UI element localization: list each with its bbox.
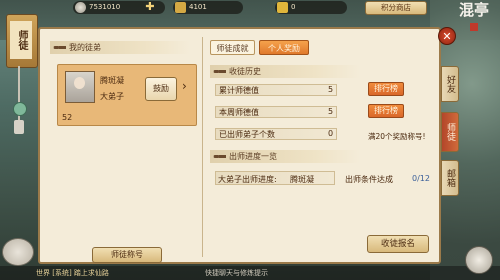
- section-marker-icon: [52, 46, 66, 49]
- chat-channel-text: 世界 [系统] 踏上求仙路: [36, 269, 109, 277]
- silver-coin-icon: [75, 2, 86, 13]
- disciple-title-button[interactable]: 师徒称号: [92, 247, 162, 263]
- game-logo: 混亭: [452, 2, 496, 46]
- panel-divider: [202, 37, 203, 257]
- tassel-cord: [18, 66, 20, 126]
- resource-bar: 7531010 ✚ 4101 0 积分商店: [40, 0, 440, 16]
- total-virtue-label: 累计师德值: [219, 86, 259, 95]
- silver-value: 7531010: [89, 3, 121, 11]
- progress-title: 出师进度一览: [229, 152, 277, 161]
- master-disciple-banner: 师徒: [6, 14, 38, 68]
- history-title: 收徒历史: [229, 67, 261, 76]
- treasure-icon: [277, 2, 288, 13]
- seal-icon: [470, 23, 478, 31]
- disciple-name: 腾斑凝: [100, 76, 124, 85]
- graduated-count-label: 已出师弟子个数: [219, 130, 275, 139]
- disciple-card[interactable]: 52 腾斑凝 大弟子 鼓励 ›: [57, 64, 197, 126]
- total-virtue-leaderboard-button[interactable]: 排行榜: [368, 82, 404, 96]
- side-tab-mailbox[interactable]: 邮箱: [441, 160, 459, 196]
- total-virtue-value: 5: [328, 85, 334, 94]
- my-disciples-title: 我的徒弟: [69, 43, 101, 52]
- recruit-signup-button[interactable]: 收徒报名: [367, 235, 429, 253]
- condition-value: 0/12: [412, 174, 430, 183]
- points-shop-button[interactable]: 积分商店: [365, 1, 427, 15]
- side-tab-master-disciple[interactable]: 师徒: [441, 112, 459, 152]
- progress-label: 大弟子出师进度:: [218, 175, 277, 184]
- close-icon[interactable]: ✕: [438, 27, 456, 45]
- weekly-virtue-leaderboard-button[interactable]: 排行榜: [368, 104, 404, 118]
- chat-bubble-icon[interactable]: [2, 238, 34, 266]
- condition-label: 出师条件达成: [345, 175, 393, 184]
- chat-bar[interactable]: 世界 [系统] 踏上求仙路 快捷聊天与修炼提示: [0, 266, 500, 280]
- tassel-end: [14, 120, 24, 134]
- progress-disciple-name: 腾斑凝: [290, 175, 314, 184]
- gold-value: 4101: [189, 3, 207, 11]
- weekly-virtue-value: 5: [328, 107, 334, 116]
- ingot-counter: 0: [275, 1, 347, 14]
- progress-header: 出师进度一览: [212, 150, 277, 164]
- jade-ornament-icon: [13, 102, 27, 116]
- chat-hint-text: 快捷聊天与修炼提示: [205, 269, 268, 277]
- history-header: 收徒历史: [212, 65, 261, 79]
- my-disciples-header: 我的徒弟: [52, 41, 101, 55]
- banner-title: 师徒: [10, 21, 32, 59]
- ingot-value: 0: [291, 3, 296, 11]
- encourage-button[interactable]: 鼓励: [145, 77, 177, 101]
- menu-orb-icon[interactable]: [465, 246, 493, 274]
- weekly-virtue-label: 本周师德值: [219, 108, 259, 117]
- chevron-right-icon[interactable]: ›: [182, 79, 187, 93]
- side-tab-friends[interactable]: 好友: [441, 66, 459, 102]
- section-marker-icon: [212, 155, 226, 158]
- disciple-level: 52: [62, 113, 73, 122]
- tab-achievements[interactable]: 师徒成就: [210, 40, 255, 55]
- section-marker-icon: [212, 70, 226, 73]
- disciple-rank: 大弟子: [100, 92, 124, 101]
- logo-text: 混亭: [458, 1, 489, 19]
- reward-note: 满20个奖励称号!: [368, 132, 426, 141]
- gold-ingot-icon: [175, 2, 186, 13]
- disciple-portrait: [65, 71, 95, 103]
- gold-counter: 4101: [173, 1, 243, 14]
- add-silver-button[interactable]: ✚: [144, 1, 156, 13]
- tab-personal-rewards[interactable]: 个人奖励: [259, 40, 309, 55]
- graduated-count-value: 0: [328, 129, 334, 138]
- main-panel: 我的徒弟 52 腾斑凝 大弟子 鼓励 › 师徒称号 师徒成就 个人奖励 收徒历史…: [38, 27, 441, 264]
